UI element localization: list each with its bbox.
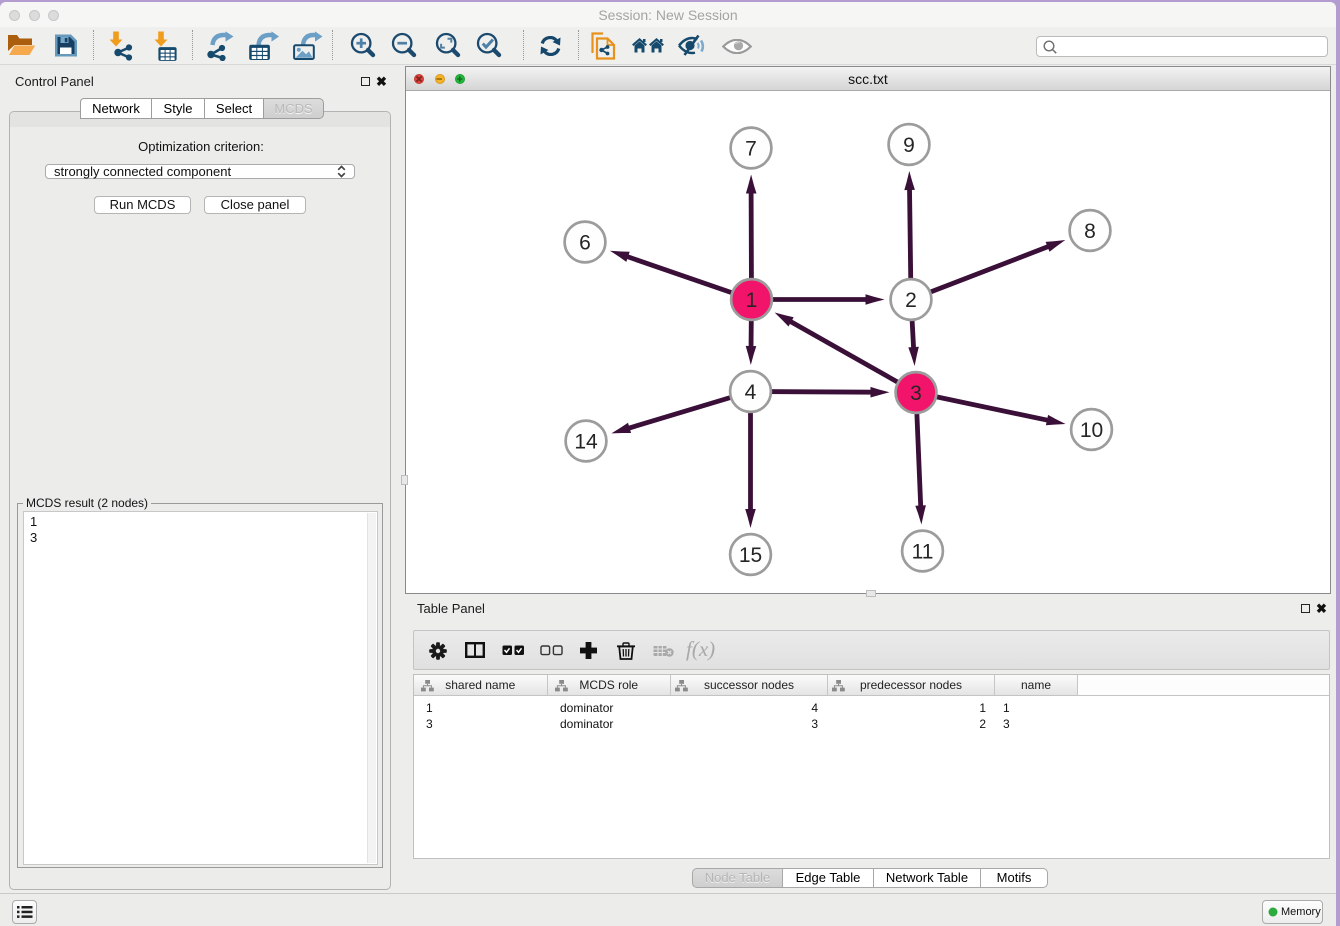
svg-text:4: 4	[745, 381, 757, 404]
svg-text:2: 2	[905, 289, 917, 312]
svg-text:7: 7	[745, 138, 757, 161]
svg-text:10: 10	[1080, 419, 1103, 442]
svg-text:1: 1	[746, 289, 758, 312]
svg-text:3: 3	[910, 382, 922, 405]
svg-text:11: 11	[912, 541, 934, 564]
svg-text:6: 6	[579, 232, 591, 255]
svg-text:9: 9	[903, 134, 915, 157]
svg-text:8: 8	[1084, 220, 1096, 243]
svg-text:14: 14	[574, 431, 598, 454]
svg-text:15: 15	[739, 544, 762, 567]
